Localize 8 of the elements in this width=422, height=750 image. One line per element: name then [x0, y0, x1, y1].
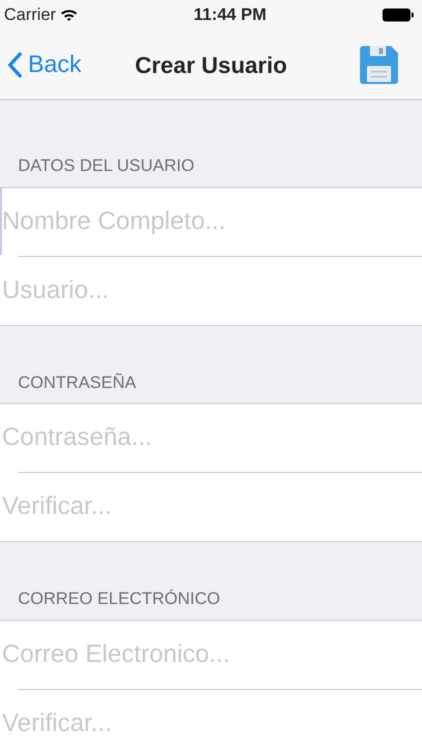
- battery-icon: [382, 8, 414, 22]
- save-icon[interactable]: [360, 46, 398, 84]
- chevron-left-icon: [8, 50, 24, 78]
- carrier-name: Carrier: [4, 4, 56, 26]
- status-time: 11:44 PM: [194, 4, 266, 26]
- back-button[interactable]: Back: [8, 46, 82, 82]
- page-title: Crear Usuario: [134, 51, 288, 78]
- wifi-icon: [60, 8, 78, 22]
